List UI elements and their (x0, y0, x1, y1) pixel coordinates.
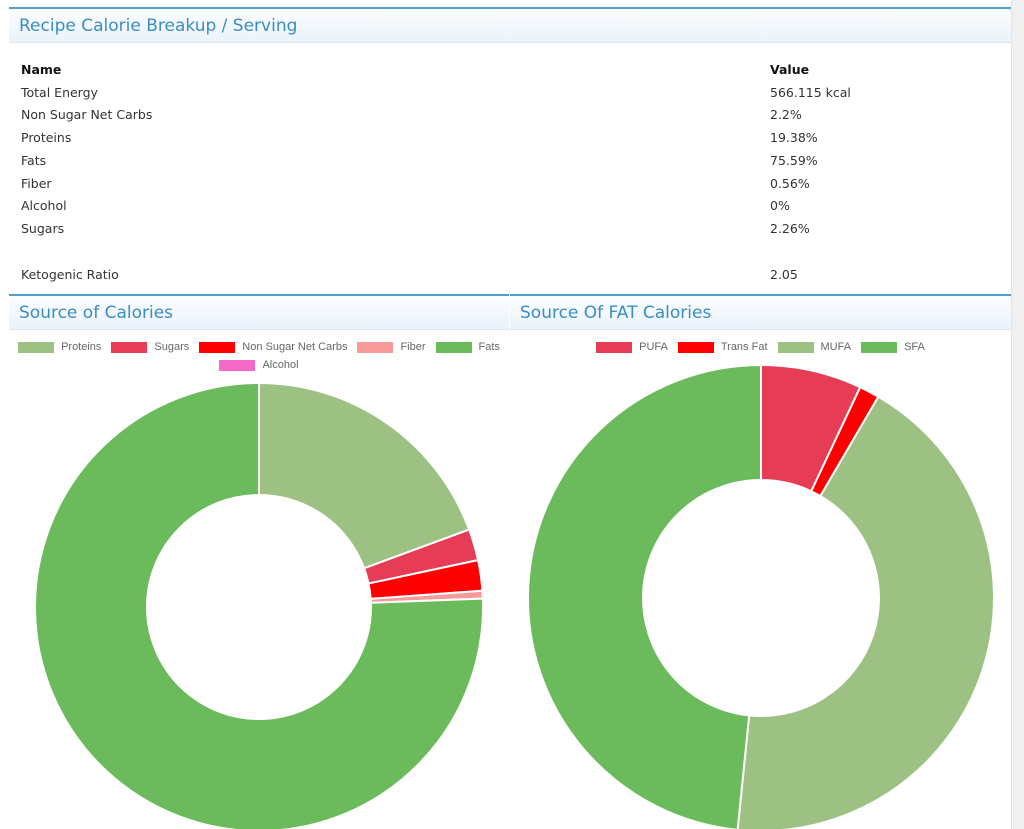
fat-donut-chart (526, 363, 995, 829)
table-row: Proteins 19.38% (21, 127, 1001, 149)
row-value: 2.26% (770, 220, 810, 236)
ketogenic-ratio-row: Ketogenic Ratio 2.05 (21, 264, 1001, 286)
row-value: 566.115 kcal (770, 84, 851, 100)
row-name: Ketogenic Ratio (21, 266, 119, 282)
row-value: 19.38% (770, 130, 818, 146)
row-value: 0% (770, 198, 790, 214)
row-name: Fiber (21, 175, 52, 191)
panel-title: Recipe Calorie Breakup / Serving (19, 16, 298, 36)
row-name: Non Sugar Net Carbs (21, 107, 153, 123)
calorie-breakup-panel: Recipe Calorie Breakup / Serving Name Va… (9, 7, 1011, 295)
scrollbar[interactable] (1011, 0, 1024, 829)
row-value: 2.2% (770, 107, 802, 123)
table-header: Name Value (21, 59, 1001, 81)
row-value: 0.56% (770, 175, 810, 191)
source-of-fat-calories-panel: Source Of FAT Calories PUFA Trans Fat MUFA… (510, 294, 1011, 829)
column-header-name: Name (21, 62, 62, 77)
row-name: Sugars (21, 220, 65, 236)
table-row: Alcohol 0% (21, 195, 1001, 217)
column-header-value: Value (770, 62, 810, 77)
slice-sfa[interactable] (526, 363, 762, 829)
table-row: Fiber 0.56% (21, 173, 1001, 195)
panel-header: Recipe Calorie Breakup / Serving (9, 7, 1011, 43)
table-row: Total Energy 566.115 kcal (21, 82, 1001, 104)
table-row: Fats 75.59% (21, 150, 1001, 172)
row-name: Alcohol (21, 198, 67, 214)
row-value: 2.05 (770, 266, 798, 282)
source-of-calories-panel: Source of Calories Proteins Sugars Non Sug… (9, 294, 509, 829)
row-name: Total Energy (21, 84, 98, 100)
table-row: Sugars 2.26% (21, 218, 1001, 240)
row-value: 75.59% (770, 152, 818, 168)
calories-donut-chart (34, 381, 484, 829)
table-row: Non Sugar Net Carbs 2.2% (21, 104, 1001, 126)
row-name: Fats (21, 152, 47, 168)
row-name: Proteins (21, 130, 72, 146)
